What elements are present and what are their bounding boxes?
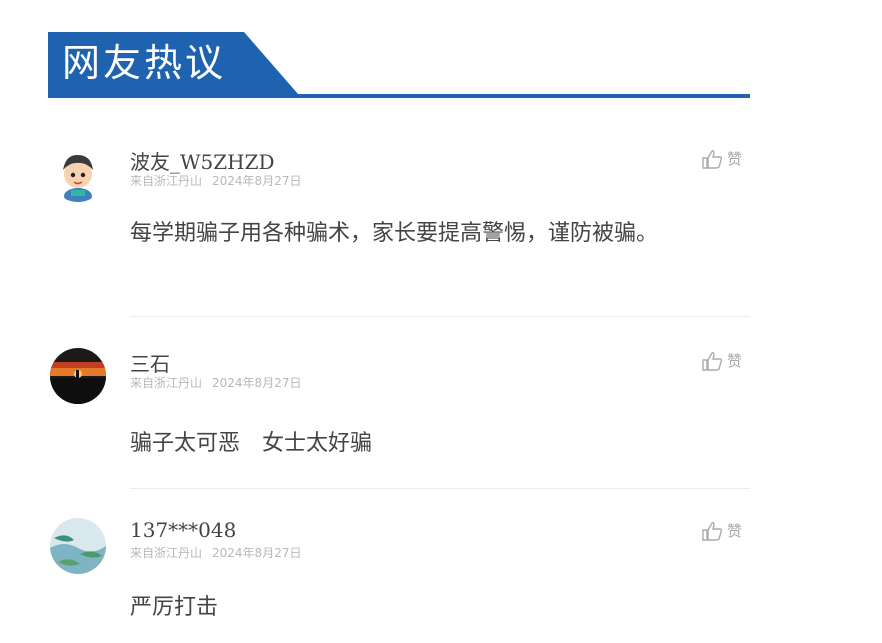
comment-item: 137***048 来自浙江丹山 2024年8月27日 赞 严厉打击 [48,518,750,638]
like-button[interactable]: 赞 [701,350,742,371]
timestamp: 2024年8月27日 [212,376,302,390]
comment-text: 每学期骗子用各种骗术，家长要提高警惕，谨防被骗。 [130,221,659,246]
header-underline [48,94,750,98]
location: 来自浙江丹山 [130,546,203,560]
like-button[interactable]: 赞 [701,520,742,541]
avatar[interactable] [50,146,106,202]
thumbs-up-icon [702,149,723,169]
comment-text: 严厉打击 [130,595,219,620]
location: 来自浙江丹山 [130,174,203,188]
thumbs-up-icon [702,521,723,541]
like-label: 赞 [726,522,742,540]
sunset-avatar-icon [50,348,106,404]
avatar[interactable] [50,518,106,574]
thumbs-up-icon [702,351,723,371]
section-header: 网友热议 [48,32,750,98]
comment-meta: 来自浙江丹山 2024年8月27日 [130,172,301,189]
like-label: 赞 [726,150,742,168]
comment-item: 三石 来自浙江丹山 2024年8月27日 赞 骗子太可恶 女士太好骗 [48,348,750,478]
divider [130,316,750,317]
comment-item: 波友_W5ZHZD 来自浙江丹山 2024年8月27日 赞 每学期骗子用各种骗术，… [48,146,750,306]
comment-meta: 来自浙江丹山 2024年8月27日 [130,544,301,561]
username[interactable]: 波友_W5ZHZD [130,146,275,175]
comment-meta: 来自浙江丹山 2024年8月27日 [130,374,301,391]
username[interactable]: 三石 [130,348,170,377]
timestamp: 2024年8月27日 [212,546,302,560]
avatar[interactable] [50,348,106,404]
landscape-avatar-icon [50,518,106,574]
location: 来自浙江丹山 [130,376,203,390]
section-title: 网友热议 [62,41,227,85]
comment-text: 骗子太可恶 女士太好骗 [130,431,373,456]
timestamp: 2024年8月27日 [212,174,302,188]
divider [130,488,750,489]
like-button[interactable]: 赞 [701,148,742,169]
cartoon-boy-avatar-icon [50,146,106,202]
username[interactable]: 137***048 [130,518,236,542]
like-label: 赞 [726,352,742,370]
